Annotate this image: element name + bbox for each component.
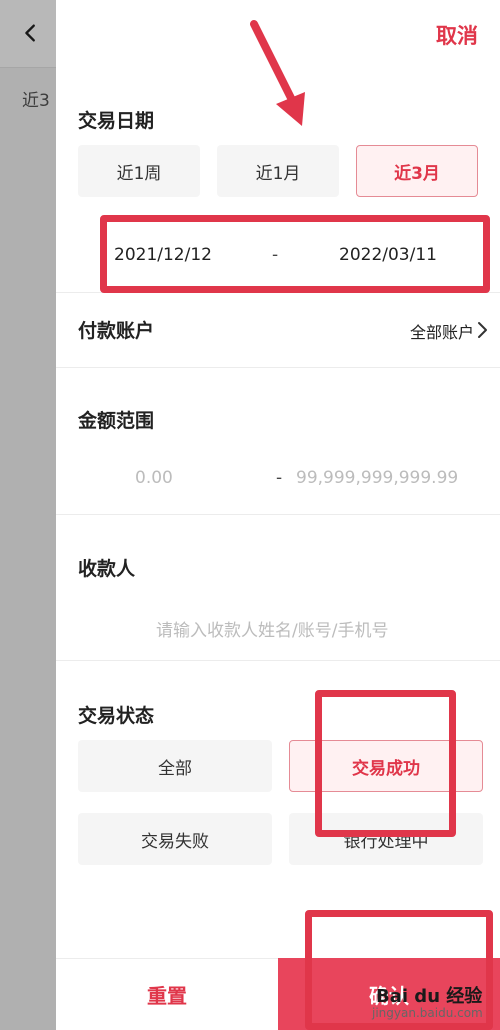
date-range-highlight-box — [100, 215, 490, 293]
baidu-jingyan-logo: Bai du 经验 — [376, 986, 483, 1007]
red-arrow-annotation — [250, 20, 305, 126]
status-highlight-box — [315, 690, 456, 837]
watermark-url: jingyan.baidu.com — [372, 1006, 483, 1020]
